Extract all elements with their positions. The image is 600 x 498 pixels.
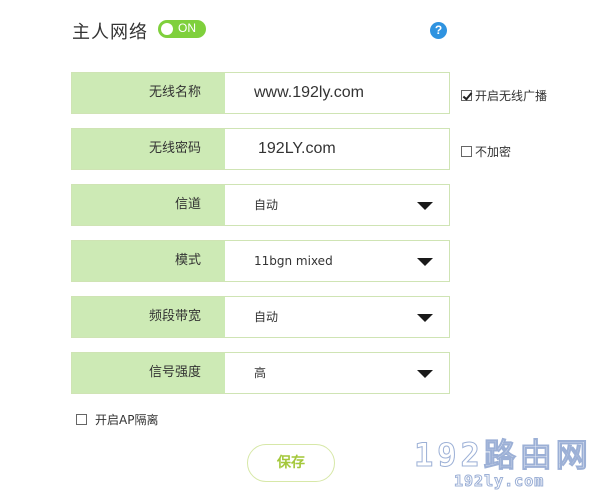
watermark-sub: 192ly.com (453, 472, 545, 491)
signal-select[interactable]: 高 (225, 353, 449, 393)
ssid-row: 无线名称 www.192ly.com (71, 72, 450, 114)
chevron-down-icon[interactable] (417, 202, 433, 210)
ap-isolation-checkbox[interactable]: 开启AP隔离 (76, 411, 158, 428)
watermark-logo: 192路由网 192ly.com (414, 430, 594, 492)
page-title: 主人网络 (72, 22, 148, 43)
channel-row[interactable]: 信道 自动 (71, 184, 450, 226)
checkbox-icon (76, 414, 87, 425)
ap-isolation-label: 开启AP隔离 (95, 413, 159, 427)
checkbox-icon (461, 90, 472, 101)
bandwidth-select[interactable]: 自动 (225, 297, 449, 337)
help-icon[interactable]: ? (430, 22, 447, 39)
mode-label: 模式 (72, 241, 225, 281)
broadcast-checkbox[interactable]: 开启无线广播 (461, 87, 547, 104)
network-toggle[interactable]: ON (158, 20, 206, 38)
signal-label: 信号强度 (72, 353, 225, 393)
password-input[interactable]: 192LY.com (225, 129, 449, 169)
ssid-input[interactable]: www.192ly.com (225, 73, 449, 113)
chevron-down-icon[interactable] (417, 258, 433, 266)
mode-row[interactable]: 模式 11bgn mixed (71, 240, 450, 282)
no-encrypt-label: 不加密 (475, 145, 512, 159)
mode-select[interactable]: 11bgn mixed (225, 241, 449, 281)
channel-select[interactable]: 自动 (225, 185, 449, 225)
no-encrypt-checkbox[interactable]: 不加密 (461, 143, 511, 160)
password-row: 无线密码 192LY.com (71, 128, 450, 170)
chevron-down-icon[interactable] (417, 314, 433, 322)
toggle-knob (161, 23, 173, 35)
bandwidth-row[interactable]: 频段带宽 自动 (71, 296, 450, 338)
chevron-down-icon[interactable] (417, 370, 433, 378)
channel-label: 信道 (72, 185, 225, 225)
bandwidth-label: 频段带宽 (72, 297, 225, 337)
broadcast-label: 开启无线广播 (475, 89, 548, 103)
signal-row[interactable]: 信号强度 高 (71, 352, 450, 394)
password-label: 无线密码 (72, 129, 225, 169)
save-button[interactable]: 保存 (247, 444, 335, 482)
ssid-label: 无线名称 (72, 73, 225, 113)
watermark-main: 192路由网 (414, 436, 592, 475)
checkbox-icon (461, 146, 472, 157)
toggle-label: ON (178, 21, 196, 35)
